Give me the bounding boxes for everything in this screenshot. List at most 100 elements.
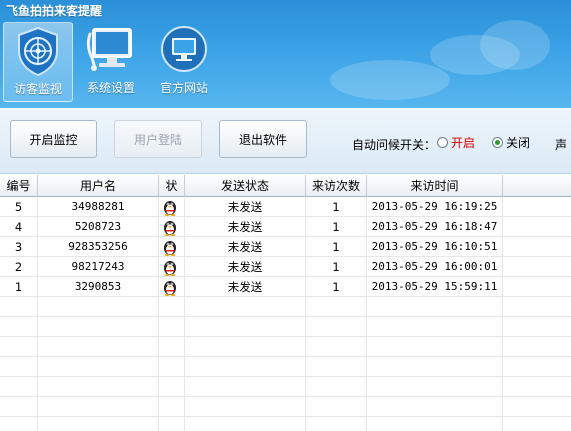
start-monitor-button[interactable]: 开启监控 <box>10 120 97 158</box>
qq-penguin-icon <box>164 281 176 296</box>
user-login-button[interactable]: 用户登陆 <box>114 120 202 158</box>
column-header-id[interactable]: 编号 <box>0 175 38 197</box>
cell-visit-count <box>306 377 367 397</box>
cell-username: 3290853 <box>38 277 159 297</box>
radio-off-icon <box>437 137 448 148</box>
auto-greet-label: 自动问候开关： <box>352 138 437 152</box>
cell-state <box>159 277 185 297</box>
cell-send-status <box>185 377 306 397</box>
cell-id: 2 <box>0 257 38 277</box>
nav-visitor-monitor[interactable]: 访客监视 <box>3 22 73 102</box>
table-row <box>0 357 571 377</box>
table-row[interactable]: 1 3290853 未发送 1 2013-05-29 15:59:11 <box>0 277 571 297</box>
cell-send-status: 未发送 <box>185 257 306 277</box>
app-header: 飞鱼拍拍来客提醒 访客监视 系统设置 官方网站 <box>0 0 571 108</box>
auto-greet-off-radio[interactable]: 关闭 <box>492 134 530 151</box>
table-row[interactable]: 4 5208723 未发送 1 2013-05-29 16:18:47 <box>0 217 571 237</box>
cell-send-status <box>185 357 306 377</box>
cell-visit-time <box>367 337 503 357</box>
qq-penguin-icon <box>164 261 176 276</box>
cell-id <box>0 337 38 357</box>
cell-visit-time: 2013-05-29 16:18:47 <box>367 217 503 237</box>
cell-visit-count <box>306 317 367 337</box>
table-row <box>0 337 571 357</box>
column-header-state[interactable]: 状 <box>159 175 185 197</box>
cell-visit-time <box>367 317 503 337</box>
radar-shield-icon <box>18 26 58 77</box>
cloud-decoration <box>330 60 450 100</box>
visitor-table: 编号 用户名 状 发送状态 来访次数 来访时间 5 34988281 未发送 1 201… <box>0 175 571 431</box>
cell-username: 98217243 <box>38 257 159 277</box>
cell-id <box>0 357 38 377</box>
table-row <box>0 377 571 397</box>
cell-state <box>159 237 185 257</box>
cell-id <box>0 297 38 317</box>
cell-visit-time <box>367 397 503 417</box>
column-header-send-status[interactable]: 发送状态 <box>185 175 306 197</box>
cell-username <box>38 337 159 357</box>
cell-visit-count: 1 <box>306 237 367 257</box>
cell-username: 928353256 <box>38 237 159 257</box>
cell-state <box>159 337 185 357</box>
exit-software-button[interactable]: 退出软件 <box>219 120 307 158</box>
table-header: 编号 用户名 状 发送状态 来访次数 来访时间 <box>0 175 571 197</box>
nav-official-website[interactable]: 官方网站 <box>149 22 219 102</box>
cell-id: 5 <box>0 197 38 217</box>
cell-id <box>0 317 38 337</box>
column-header-username[interactable]: 用户名 <box>38 175 159 197</box>
column-header-visit-time[interactable]: 来访时间 <box>367 175 503 197</box>
cell-state <box>159 357 185 377</box>
cell-state <box>159 377 185 397</box>
cell-username <box>38 377 159 397</box>
table-row <box>0 397 571 417</box>
window-title: 飞鱼拍拍来客提醒 <box>6 4 103 18</box>
qq-penguin-icon <box>164 201 176 216</box>
toolbar: 开启监控 用户登陆 退出软件 自动问候开关： 开启 关闭 声 <box>0 108 571 174</box>
cell-id <box>0 377 38 397</box>
cell-visit-count: 1 <box>306 197 367 217</box>
sound-label-truncated: 声 <box>555 138 568 152</box>
cell-username <box>38 317 159 337</box>
cell-visit-time: 2013-05-29 16:00:01 <box>367 257 503 277</box>
cell-send-status <box>185 317 306 337</box>
cell-id <box>0 397 38 417</box>
cell-state <box>159 317 185 337</box>
cell-username: 34988281 <box>38 197 159 217</box>
radio-label: 关闭 <box>506 136 531 150</box>
cell-state <box>159 197 185 217</box>
auto-greet-on-radio[interactable]: 开启 <box>437 134 475 151</box>
table-row <box>0 417 571 431</box>
monitor-website-icon <box>161 26 207 72</box>
table-row[interactable]: 5 34988281 未发送 1 2013-05-29 16:19:25 <box>0 197 571 217</box>
cell-visit-time: 2013-05-29 16:19:25 <box>367 197 503 217</box>
cell-id <box>0 417 38 431</box>
cell-id: 3 <box>0 237 38 257</box>
nav-system-settings[interactable]: 系统设置 <box>76 22 146 102</box>
table-row[interactable]: 3 928353256 未发送 1 2013-05-29 16:10:51 <box>0 237 571 257</box>
cell-visit-time <box>367 297 503 317</box>
cell-visit-count <box>306 297 367 317</box>
cloud-decoration <box>480 20 550 70</box>
monitor-settings-icon <box>86 28 132 71</box>
cell-visit-count <box>306 397 367 417</box>
cell-state <box>159 397 185 417</box>
cell-visit-time <box>367 357 503 377</box>
qq-penguin-icon <box>164 241 176 256</box>
cell-visit-count <box>306 357 367 377</box>
nav-label: 官方网站 <box>159 81 208 95</box>
column-header-visit-count[interactable]: 来访次数 <box>306 175 367 197</box>
cell-username <box>38 297 159 317</box>
cell-send-status: 未发送 <box>185 197 306 217</box>
cell-send-status <box>185 297 306 317</box>
cell-state <box>159 257 185 277</box>
cell-state <box>159 217 185 237</box>
qq-penguin-icon <box>164 221 176 236</box>
cell-send-status <box>185 417 306 431</box>
cell-id: 4 <box>0 217 38 237</box>
table-row[interactable]: 2 98217243 未发送 1 2013-05-29 16:00:01 <box>0 257 571 277</box>
nav-label: 系统设置 <box>86 81 135 95</box>
table-row <box>0 317 571 337</box>
cell-visit-time <box>367 417 503 431</box>
nav-label: 访客监视 <box>13 82 62 96</box>
radio-selected-icon <box>492 137 503 148</box>
